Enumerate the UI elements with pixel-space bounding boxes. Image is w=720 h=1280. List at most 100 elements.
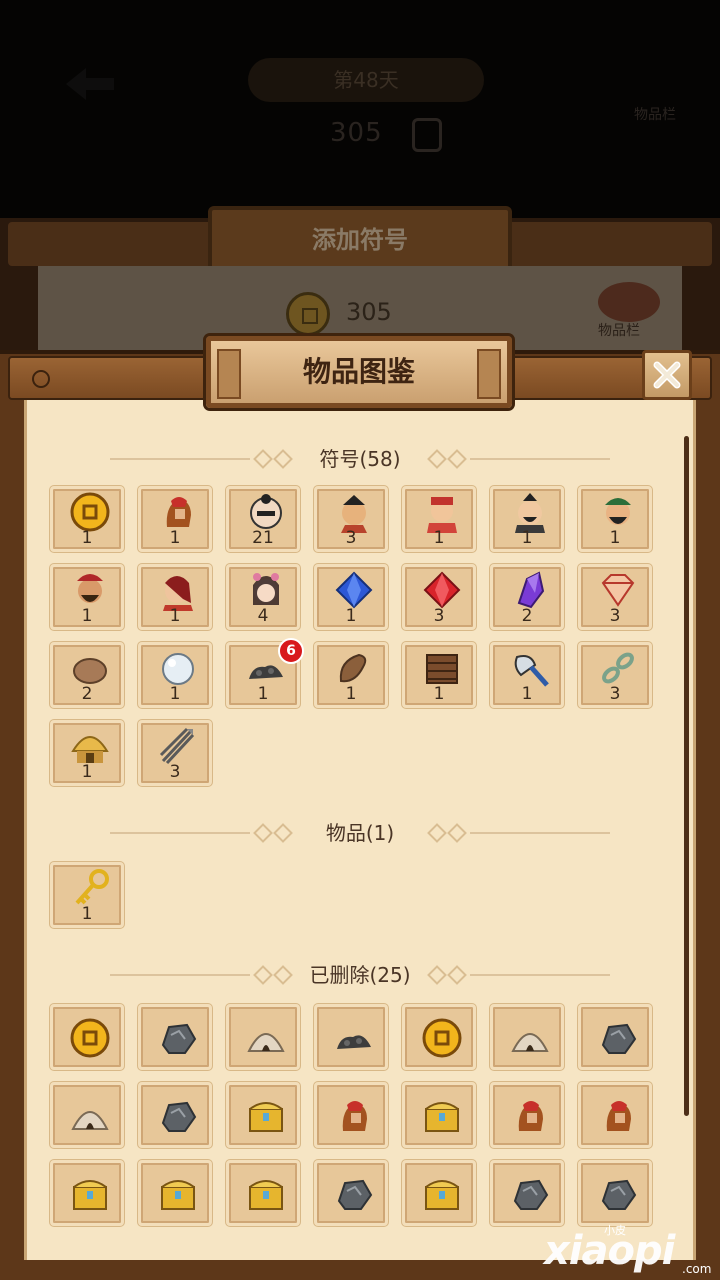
item-count: 1 — [81, 904, 93, 924]
symbol-tile[interactable]: 1 — [490, 486, 564, 552]
item-count: 4 — [257, 606, 269, 626]
item-count: 1 — [345, 684, 357, 704]
codex-title: 物品图鉴 — [302, 355, 415, 388]
removed-tile[interactable] — [226, 1082, 300, 1148]
removed-tile[interactable] — [50, 1004, 124, 1070]
background-coin-icon — [412, 118, 442, 152]
spartan-icon — [606, 1101, 631, 1131]
symbol-tile[interactable]: 1 — [138, 564, 212, 630]
watermark-sub: 小皮 — [604, 1224, 626, 1237]
stone-icon — [73, 658, 107, 684]
removed-tile[interactable] — [138, 1004, 212, 1070]
raft-icon — [426, 654, 458, 684]
item-count: 3 — [345, 528, 357, 548]
sapphire-icon — [335, 571, 373, 609]
red-warrior-icon — [163, 576, 193, 611]
item-count: 1 — [433, 528, 445, 548]
symbol-tile[interactable]: 2 — [50, 642, 124, 708]
symbol-tile[interactable]: 1 — [138, 486, 212, 552]
symbol-tile[interactable]: 1 — [314, 642, 388, 708]
ore-icon — [601, 1023, 637, 1054]
chest-icon — [425, 1102, 459, 1132]
item-count: 3 — [169, 762, 181, 782]
tent-icon — [71, 1111, 109, 1130]
removed-tile[interactable] — [226, 1004, 300, 1070]
ore-icon — [337, 1179, 373, 1210]
item-count: 1 — [169, 606, 181, 626]
symbol-tile[interactable]: 3 — [314, 486, 388, 552]
removed-tile[interactable] — [314, 1082, 388, 1148]
chest-icon — [249, 1180, 283, 1210]
close-icon — [653, 361, 681, 389]
princess-icon — [253, 573, 279, 605]
removed-tile[interactable] — [226, 1160, 300, 1226]
removed-tile[interactable] — [402, 1004, 476, 1070]
background-inventory-label: 物品栏 — [634, 107, 676, 123]
removed-tile[interactable] — [490, 1004, 564, 1070]
removed-tile[interactable] — [138, 1082, 212, 1148]
removed-tile[interactable] — [578, 1082, 652, 1148]
chest-icon — [425, 1180, 459, 1210]
item-count: 1 — [521, 528, 533, 548]
watermark-com: .com — [682, 1262, 712, 1276]
removed-tile[interactable] — [578, 1004, 652, 1070]
removed-tile[interactable] — [50, 1160, 124, 1226]
background-coin-icon-large — [286, 292, 330, 336]
symbol-tile[interactable]: 1 — [314, 564, 388, 630]
symbol-tile[interactable]: 1 — [50, 486, 124, 552]
symbol-tile[interactable]: 2 — [490, 564, 564, 630]
symbol-tile[interactable]: 1 — [402, 486, 476, 552]
removed-tile[interactable] — [490, 1082, 564, 1148]
background-panel-title: 添加符号 — [208, 206, 512, 274]
strategist-icon — [515, 493, 545, 533]
symbol-tile[interactable]: 3 — [578, 564, 652, 630]
symbol-tile[interactable]: 1 — [402, 642, 476, 708]
symbol-tile[interactable]: 1 — [50, 720, 124, 786]
removed-tile[interactable] — [402, 1082, 476, 1148]
symbol-tile[interactable]: 1 — [50, 564, 124, 630]
scrollbar[interactable] — [684, 436, 689, 1116]
removed-tile[interactable] — [578, 1160, 652, 1226]
symbol-tile[interactable]: 3 — [138, 720, 212, 786]
symbol-tile[interactable]: 21 — [226, 486, 300, 552]
removed-tile[interactable] — [402, 1160, 476, 1226]
item-count: 3 — [609, 684, 621, 704]
ore-icon — [161, 1101, 197, 1132]
close-button[interactable] — [642, 350, 692, 400]
background-screen — [0, 0, 720, 220]
spartan-icon — [342, 1101, 367, 1131]
background-day-title: 第48天 — [248, 58, 484, 102]
ore-icon — [513, 1179, 549, 1210]
pearl-icon — [162, 653, 194, 685]
symbol-tile[interactable]: 4 — [226, 564, 300, 630]
symbol-tile[interactable]: 3 — [578, 642, 652, 708]
chest-icon — [73, 1180, 107, 1210]
item-count: 2 — [521, 606, 533, 626]
section-title-symbols: 符号(58) — [319, 447, 401, 471]
symbol-tile[interactable]: 1 — [578, 486, 652, 552]
item-count: 1 — [521, 684, 533, 704]
coin-icon — [70, 492, 110, 532]
section-header-symbols: 符号(58) — [110, 444, 610, 474]
removed-tile[interactable] — [314, 1004, 388, 1070]
item-tile[interactable]: 1 — [50, 862, 124, 928]
spartan-icon — [518, 1101, 543, 1131]
back-arrow-icon — [66, 68, 114, 100]
removed-tile[interactable] — [314, 1160, 388, 1226]
tent-icon — [511, 1033, 549, 1052]
symbol-tile[interactable]: 3 — [402, 564, 476, 630]
item-count: 3 — [433, 606, 445, 626]
removed-tile[interactable] — [50, 1082, 124, 1148]
item-count: 1 — [345, 606, 357, 626]
item-count: 1 — [609, 528, 621, 548]
spartan-icon — [166, 497, 191, 527]
removed-tile[interactable] — [490, 1160, 564, 1226]
item-count: 1 — [169, 684, 181, 704]
symbol-tile[interactable]: 1 — [490, 642, 564, 708]
item-count: 1 — [433, 684, 445, 704]
section-title-removed: 已删除(25) — [309, 963, 411, 987]
chest-icon — [161, 1180, 195, 1210]
removed-tile[interactable] — [138, 1160, 212, 1226]
warlord-icon — [77, 574, 103, 603]
symbol-tile[interactable]: 1 — [138, 642, 212, 708]
